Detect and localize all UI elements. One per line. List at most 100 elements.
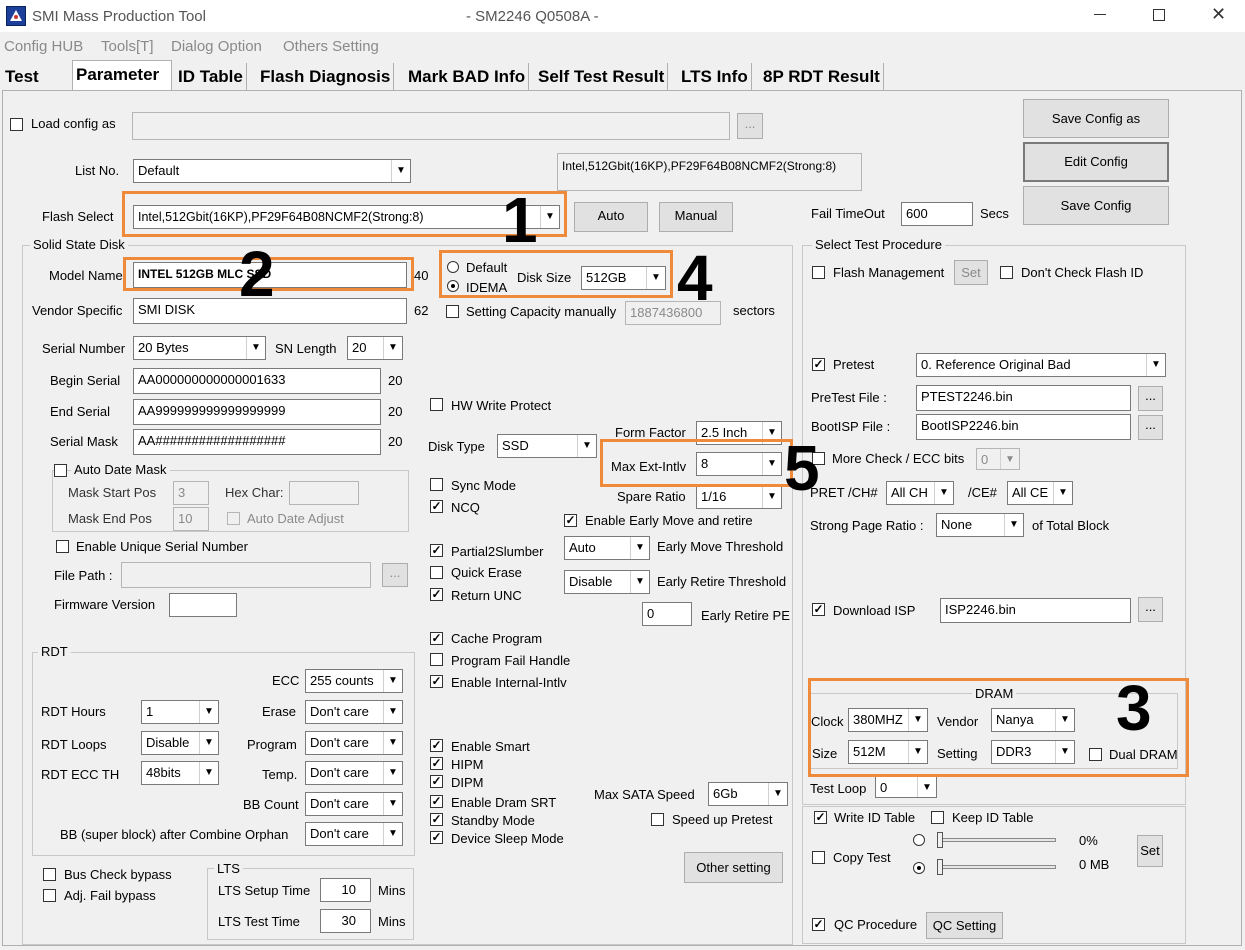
tab-self-test-result[interactable]: Self Test Result — [535, 63, 669, 90]
standby-mode-checkbox[interactable]: ✓ — [430, 813, 443, 826]
begin-serial-input[interactable]: AA000000000000001633 — [133, 368, 381, 394]
speed-up-pretest-checkbox[interactable] — [651, 813, 664, 826]
mb-slider-track[interactable] — [938, 865, 1056, 869]
rdt-hours-select[interactable]: 1 ▼ — [141, 700, 219, 724]
pretest-file-browse-button[interactable]: ... — [1138, 386, 1163, 411]
dont-check-flash-id-checkbox[interactable] — [1000, 266, 1013, 279]
test-loop-select[interactable]: 0 ▼ — [875, 776, 937, 798]
lts-setup-time-input[interactable]: 10 — [320, 878, 371, 902]
list-no-select[interactable]: Default ▼ — [133, 159, 411, 183]
maximize-icon[interactable] — [1153, 9, 1165, 21]
pretest-select[interactable]: 0. Reference Original Bad ▼ — [916, 353, 1166, 377]
sn-length-select[interactable]: 20 ▼ — [347, 336, 403, 360]
load-config-checkbox[interactable] — [10, 118, 23, 131]
ecc-select[interactable]: 255 counts ▼ — [305, 669, 403, 693]
rdt-ecc-th-select[interactable]: 48bits ▼ — [141, 761, 219, 785]
percent-radio[interactable] — [913, 834, 925, 846]
other-setting-button[interactable]: Other setting — [684, 852, 783, 883]
menu-tools[interactable]: Tools[T] — [101, 38, 154, 56]
erase-select[interactable]: Don't care ▼ — [305, 700, 403, 724]
quick-erase-checkbox[interactable] — [430, 566, 443, 579]
isp-file-browse-button[interactable]: ... — [1138, 597, 1163, 622]
minimize-icon[interactable] — [1094, 14, 1106, 15]
auto-date-mask-checkbox[interactable] — [54, 464, 67, 477]
end-serial-input[interactable]: AA999999999999999999 — [133, 399, 381, 425]
save-config-button[interactable]: Save Config — [1023, 186, 1169, 225]
cache-program-checkbox[interactable]: ✓ — [430, 632, 443, 645]
partial2slumber-checkbox[interactable]: ✓ — [430, 544, 443, 557]
max-sata-speed-select[interactable]: 6Gb ▼ — [708, 782, 788, 806]
menu-others-setting[interactable]: Others Setting — [283, 38, 379, 56]
rdt-loops-select[interactable]: Disable ▼ — [141, 731, 219, 755]
pretest-checkbox[interactable]: ✓ — [812, 358, 825, 371]
pretest-file-input[interactable]: PTEST2246.bin — [916, 385, 1131, 411]
copy-test-set-button[interactable]: Set — [1137, 835, 1163, 867]
download-isp-checkbox[interactable]: ✓ — [812, 603, 825, 616]
bb-orphan-select[interactable]: Don't care ▼ — [305, 822, 403, 846]
strong-page-ratio-select[interactable]: None ▼ — [936, 513, 1024, 537]
temp-select[interactable]: Don't care ▼ — [305, 761, 403, 785]
isp-file-input[interactable]: ISP2246.bin — [940, 598, 1131, 623]
edit-config-button[interactable]: Edit Config — [1023, 142, 1169, 182]
program-fail-handle-checkbox[interactable] — [430, 653, 443, 666]
enable-unique-sn-checkbox[interactable] — [56, 540, 69, 553]
program-select[interactable]: Don't care ▼ — [305, 731, 403, 755]
spare-ratio-select[interactable]: 1/16 ▼ — [696, 485, 782, 509]
manual-button[interactable]: Manual — [659, 202, 733, 232]
enable-internal-intlv-checkbox[interactable]: ✓ — [430, 675, 443, 688]
disk-type-select[interactable]: SSD ▼ — [497, 434, 597, 458]
fail-timeout-input[interactable]: 600 — [901, 202, 973, 226]
tab-lts-info[interactable]: LTS Info — [678, 63, 752, 90]
menu-config-hub[interactable]: Config HUB — [4, 38, 83, 56]
tab-parameter[interactable]: Parameter — [72, 60, 172, 91]
write-id-table-label: Write ID Table — [834, 810, 916, 825]
adj-fail-bypass-checkbox[interactable] — [43, 889, 56, 902]
serial-number-select[interactable]: 20 Bytes ▼ — [133, 336, 266, 360]
qc-procedure-checkbox[interactable]: ✓ — [812, 918, 825, 931]
keep-id-table-checkbox[interactable] — [931, 811, 944, 824]
bootisp-file-browse-button[interactable]: ... — [1138, 415, 1163, 440]
qc-setting-button[interactable]: QC Setting — [926, 912, 1003, 939]
setting-capacity-checkbox[interactable] — [446, 305, 459, 318]
load-config-browse-button[interactable]: ... — [737, 113, 763, 139]
menu-dialog-option[interactable]: Dialog Option — [171, 38, 262, 56]
save-config-as-button[interactable]: Save Config as — [1023, 99, 1169, 138]
hipm-checkbox[interactable]: ✓ — [430, 757, 443, 770]
ce-select[interactable]: All CE ▼ — [1007, 481, 1073, 505]
close-icon[interactable]: ✕ — [1211, 4, 1226, 25]
dipm-checkbox[interactable]: ✓ — [430, 775, 443, 788]
enable-early-move-checkbox[interactable]: ✓ — [564, 514, 577, 527]
tab-8p-rdt-result[interactable]: 8P RDT Result — [760, 63, 884, 90]
lts-test-time-input[interactable]: 30 — [320, 909, 371, 933]
tab-test[interactable]: Test — [2, 63, 72, 90]
bus-check-bypass-checkbox[interactable] — [43, 868, 56, 881]
return-unc-checkbox[interactable]: ✓ — [430, 588, 443, 601]
auto-button[interactable]: Auto — [574, 202, 648, 232]
early-move-threshold-select[interactable]: Auto ▼ — [564, 536, 650, 560]
bootisp-file-input[interactable]: BootISP2246.bin — [916, 414, 1131, 440]
tab-flash-diagnosis[interactable]: Flash Diagnosis — [257, 63, 395, 90]
enable-smart-checkbox[interactable]: ✓ — [430, 739, 443, 752]
enable-dram-srt-checkbox[interactable]: ✓ — [430, 795, 443, 808]
early-retire-threshold-select[interactable]: Disable ▼ — [564, 570, 650, 594]
mb-radio[interactable] — [913, 862, 925, 874]
ncq-checkbox[interactable]: ✓ — [430, 500, 443, 513]
flash-management-set-button[interactable]: Set — [954, 260, 988, 285]
bb-count-select[interactable]: Don't care ▼ — [305, 792, 403, 816]
hw-write-protect-checkbox[interactable] — [430, 398, 443, 411]
device-sleep-mode-checkbox[interactable]: ✓ — [430, 831, 443, 844]
mb-slider-thumb[interactable] — [937, 859, 943, 875]
percent-slider-thumb[interactable] — [937, 832, 943, 848]
file-path-browse-button[interactable]: ... — [382, 563, 408, 587]
firmware-version-input[interactable] — [169, 593, 237, 617]
tab-id-table[interactable]: ID Table — [175, 63, 247, 90]
early-retire-pe-input[interactable]: 0 — [642, 602, 692, 626]
pret-ch-select[interactable]: All CH ▼ — [886, 481, 954, 505]
sync-mode-checkbox[interactable] — [430, 478, 443, 491]
serial-mask-input[interactable]: AA################## — [133, 429, 381, 455]
copy-test-checkbox[interactable] — [812, 851, 825, 864]
tab-mark-bad-info[interactable]: Mark BAD Info — [405, 63, 530, 90]
percent-slider-track[interactable] — [938, 838, 1056, 842]
write-id-table-checkbox[interactable]: ✓ — [814, 811, 827, 824]
flash-management-checkbox[interactable] — [812, 266, 825, 279]
